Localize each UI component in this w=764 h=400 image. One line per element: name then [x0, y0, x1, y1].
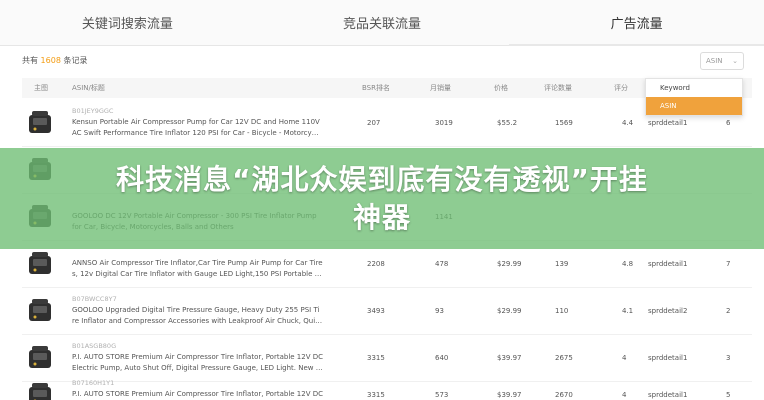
cell-extra: 7	[726, 260, 731, 268]
product-thumbnail[interactable]	[26, 344, 54, 372]
col-rating[interactable]: 评分	[614, 83, 628, 93]
product-thumbnail[interactable]	[26, 297, 54, 325]
product-title-line: P.I. AUTO STORE Premium Air Compressor T…	[72, 390, 323, 398]
cell-seller: sprddetail1	[648, 354, 688, 362]
cell-sales: 478	[435, 260, 449, 268]
cell-seller: sprddetail1	[648, 391, 688, 399]
table-header: 主图 ASIN/标题 BSR排名 月销量 价格 评论数量 评分	[22, 78, 752, 98]
product-asin[interactable]: B01ASGB80G	[72, 342, 116, 350]
table-row[interactable]: B07BWCC8Y7 GOOLOO Upgraded Digital Tire P…	[22, 288, 752, 335]
tab-keyword-traffic[interactable]: 关键词搜索流量	[0, 0, 255, 45]
cell-reviews: 110	[555, 307, 569, 315]
product-thumbnail[interactable]	[26, 381, 54, 400]
cell-reviews: 2670	[555, 391, 573, 399]
cell-seller: sprddetail2	[648, 307, 688, 315]
cell-rating: 4.4	[622, 119, 634, 127]
banner-line-2: 神器	[352, 200, 411, 234]
cell-extra: 5	[726, 391, 731, 399]
col-sales[interactable]: 月销量	[430, 83, 451, 93]
cell-sales: 93	[435, 307, 444, 315]
chevron-down-icon: ⌄	[732, 57, 738, 65]
cell-bsr: 207	[367, 119, 381, 127]
cell-price: $29.99	[497, 260, 522, 268]
cell-rating: 4.1	[622, 307, 634, 315]
tab-ad-traffic[interactable]: 广告流量	[509, 0, 764, 46]
cell-bsr: 3315	[367, 391, 385, 399]
cell-price: $29.99	[497, 307, 522, 315]
cell-price: $55.2	[497, 119, 518, 127]
cell-rating: 4	[622, 391, 627, 399]
cell-sales: 573	[435, 391, 449, 399]
col-image: 主图	[34, 84, 48, 92]
col-reviews[interactable]: 评论数量	[544, 83, 572, 93]
cell-bsr: 2208	[367, 260, 385, 268]
option-keyword[interactable]: Keyword	[646, 79, 742, 97]
product-title-line: Electric Pump, Auto Shut Off, Digital Pr…	[72, 364, 323, 372]
col-bsr[interactable]: BSR排名	[362, 83, 390, 93]
cell-sales: 640	[435, 354, 449, 362]
cell-bsr: 3493	[367, 307, 385, 315]
summary-suffix: 条记录	[63, 56, 88, 65]
cell-reviews: 2675	[555, 354, 573, 362]
banner-line-1: 科技消息“湖北众娱到底有没有透视”开挂	[116, 162, 648, 196]
filter-dropdown: Keyword ASIN	[645, 78, 743, 116]
filter-select[interactable]: ASIN ⌄	[700, 52, 744, 70]
record-count: 1608	[40, 56, 61, 65]
cell-price: $39.97	[497, 354, 522, 362]
cell-bsr: 3315	[367, 354, 385, 362]
record-summary: 共有 1608 条记录	[22, 55, 87, 66]
cell-seller: sprddetail1	[648, 260, 688, 268]
cell-rating: 4.8	[622, 260, 634, 268]
product-title-line: P.I. AUTO STORE Premium Air Compressor T…	[72, 353, 323, 361]
product-title-line: GOOLOO Upgraded Digital Tire Pressure Ga…	[72, 306, 320, 314]
product-title-line: Kensun Portable Air Compressor Pump for …	[72, 118, 320, 126]
col-asin-title: ASIN/标题	[72, 84, 105, 92]
product-title-line: ANNSO Air Compressor Tire Inflator,Car T…	[72, 259, 323, 267]
filter-selected-value: ASIN	[706, 57, 723, 65]
product-thumbnail[interactable]	[26, 250, 54, 278]
product-asin[interactable]: B07BWCC8Y7	[72, 295, 117, 303]
product-thumbnail[interactable]	[26, 109, 54, 137]
product-title-line: re Inflator and Compressor Accessories w…	[72, 317, 323, 325]
cell-price: $39.97	[497, 391, 522, 399]
tab-competitor-traffic[interactable]: 竞品关联流量	[255, 0, 510, 45]
product-title-line: AC Swift Performance Tire Inflator 120 P…	[72, 129, 319, 137]
cell-sales: 3019	[435, 119, 453, 127]
cell-reviews: 1569	[555, 119, 573, 127]
tab-bar: 关键词搜索流量 竞品关联流量 广告流量	[0, 0, 764, 46]
product-asin[interactable]: B01JEY9GGC	[72, 107, 113, 115]
cell-extra: 3	[726, 354, 731, 362]
cell-seller: sprddetail1	[648, 119, 688, 127]
cell-rating: 4	[622, 354, 627, 362]
product-title-line: s, 12v Digital Car Tire Inflator with Ga…	[72, 270, 322, 278]
overlay-banner: 科技消息“湖北众娱到底有没有透视”开挂 神器	[0, 148, 764, 249]
product-asin[interactable]: B07160H1Y1	[72, 379, 114, 387]
cell-reviews: 139	[555, 260, 569, 268]
cell-extra: 6	[726, 119, 731, 127]
summary-prefix: 共有	[22, 56, 38, 65]
table-row[interactable]: B07160H1Y1 P.I. AUTO STORE Premium Air Co…	[22, 372, 752, 400]
cell-extra: 2	[726, 307, 731, 315]
option-asin[interactable]: ASIN	[646, 97, 742, 115]
col-price[interactable]: 价格	[494, 83, 508, 93]
table-row[interactable]: B01JEY9GGC Kensun Portable Air Compressor…	[22, 100, 752, 147]
